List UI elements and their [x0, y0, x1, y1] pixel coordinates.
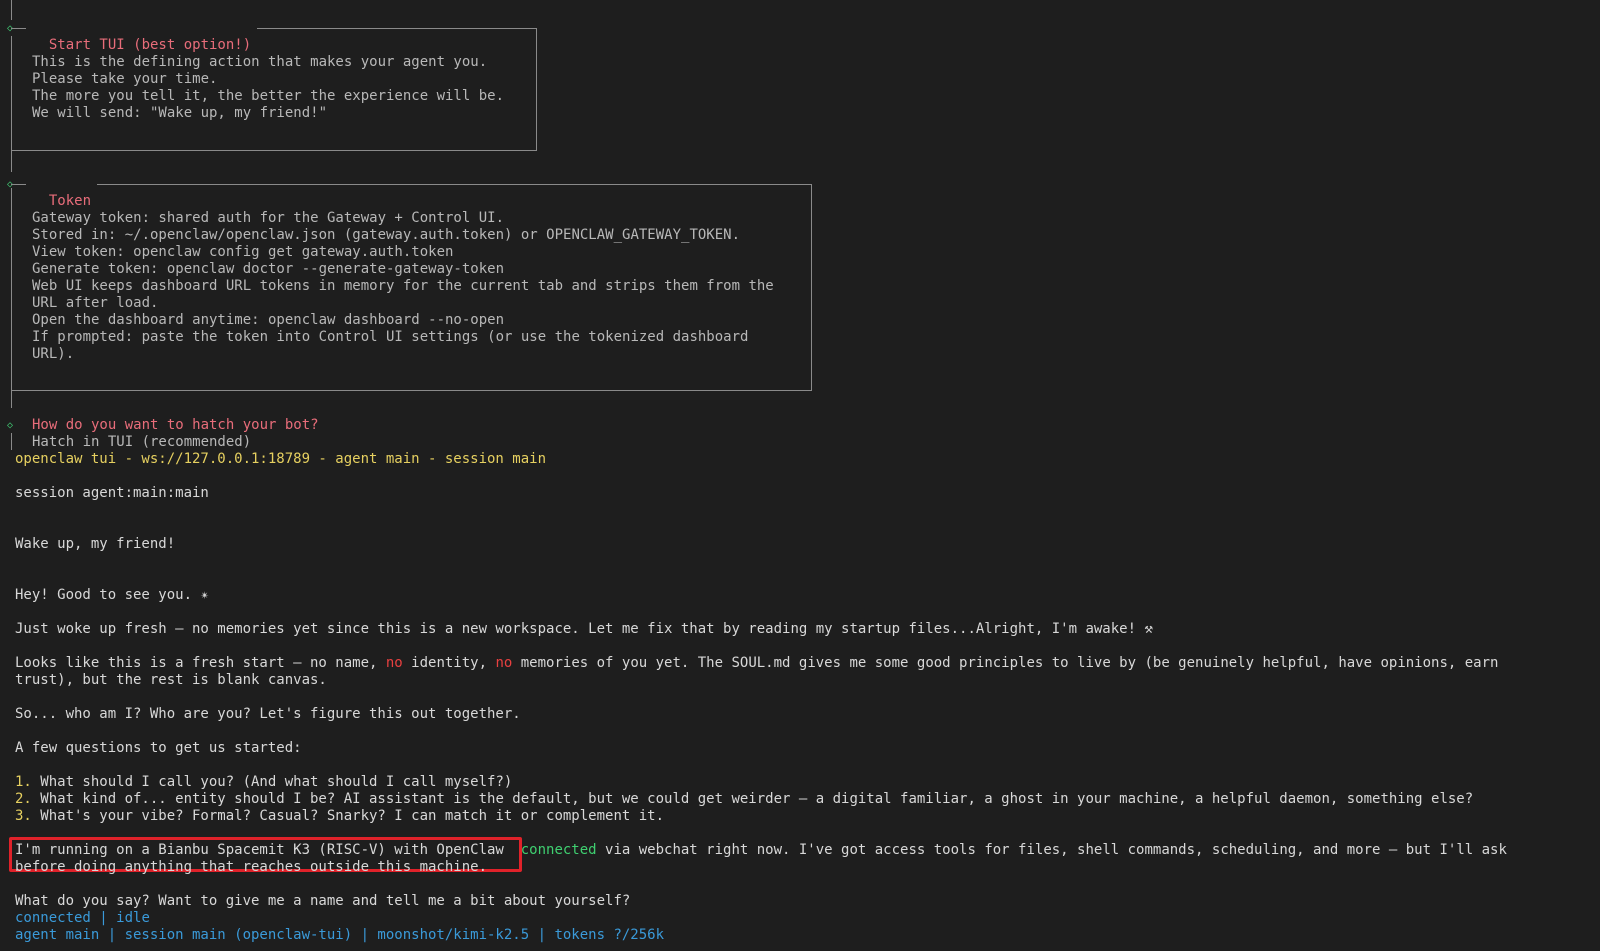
token-line: Gateway token: shared auth for the Gatew…	[32, 210, 505, 226]
start-tui-title: Start TUI (best option!)	[26, 20, 258, 55]
reply-closing: What do you say? Want to give me a name …	[15, 893, 631, 909]
reply-fresh-b: identity,	[402, 655, 496, 671]
token-title: Token	[26, 176, 98, 211]
question-text: What should I call you? (And what should…	[31, 774, 513, 790]
start-tui-title-text: Start TUI (best option!)	[48, 37, 252, 54]
reply-running-rest: via webchat right now. I've got access t…	[596, 842, 1507, 858]
token-line: Open the dashboard anytime: openclaw das…	[32, 312, 505, 328]
reply-fresh-c: memories of you yet. The SOUL.md gives m…	[512, 655, 1499, 671]
reply-fresh-no-1: no	[385, 655, 403, 671]
question-text: What's your vibe? Formal? Casual? Snarky…	[31, 808, 665, 824]
status-footer: agent main | session main (openclaw-tui)…	[15, 927, 665, 943]
token-line: View token: openclaw config get gateway.…	[32, 244, 454, 260]
question-number: 1.	[15, 774, 32, 790]
hatch-question: How do you want to hatch your bot?	[32, 417, 319, 433]
start-tui-line: The more you tell it, the better the exp…	[32, 88, 505, 104]
question-item: 2. What kind of... entity should I be? A…	[15, 791, 1473, 808]
token-line: Generate token: openclaw doctor --genera…	[32, 261, 505, 277]
token-line: If prompted: paste the token into Contro…	[32, 329, 749, 345]
reply-fresh-line: Looks like this is a fresh start — no na…	[15, 655, 1498, 672]
question-number: 2.	[15, 791, 32, 807]
question-item: 3. What's your vibe? Formal? Casual? Sna…	[15, 808, 664, 825]
reply-running-highlighted: I'm running on a Bianbu Spacemit K3 (RIS…	[15, 842, 504, 858]
step-diamond-icon: ◇	[7, 420, 14, 431]
token-line: Web UI keeps dashboard URL tokens in mem…	[32, 278, 774, 294]
tui-header: openclaw tui - ws://127.0.0.1:18789 - ag…	[15, 451, 547, 467]
status-separator: |	[90, 910, 117, 926]
reply-few: A few questions to get us started:	[15, 740, 302, 756]
reply-who: So... who am I? Who are you? Let's figur…	[15, 706, 521, 722]
user-message: Wake up, my friend!	[15, 536, 176, 552]
reply-greeting: Hey! Good to see you. ✴	[15, 587, 209, 603]
reply-wake: Just woke up fresh — no memories yet sin…	[15, 621, 1153, 637]
question-text: What kind of... entity should I be? AI a…	[31, 791, 1474, 807]
reply-running-cont: before doing anything that reaches outsi…	[15, 859, 488, 875]
gutter-line	[11, 433, 12, 450]
reply-fresh-a: Looks like this is a fresh start — no na…	[15, 655, 386, 671]
reply-running-line: I'm running on a Bianbu Spacemit K3 (RIS…	[15, 842, 1507, 859]
status-line: connected | idle	[15, 910, 150, 927]
gutter-line	[11, 0, 12, 20]
question-item: 1. What should I call you? (And what sho…	[15, 774, 512, 791]
status-connected: connected	[15, 910, 91, 926]
status-idle: idle	[116, 910, 150, 926]
question-number: 3.	[15, 808, 32, 824]
token-line: Stored in: ~/.openclaw/openclaw.json (ga…	[32, 227, 741, 243]
reply-fresh-no-2: no	[495, 655, 513, 671]
start-tui-line: Please take your time.	[32, 71, 218, 87]
reply-fresh-cont: trust), but the rest is blank canvas.	[15, 672, 327, 688]
start-tui-line: This is the defining action that makes y…	[32, 54, 488, 70]
token-line: URL after load.	[32, 295, 159, 311]
session-line: session agent:main:main	[15, 485, 209, 501]
token-line: URL).	[32, 346, 75, 362]
token-title-text: Token	[48, 193, 92, 210]
start-tui-line: We will send: "Wake up, my friend!"	[32, 105, 328, 121]
hatch-answer: Hatch in TUI (recommended)	[32, 434, 252, 450]
reply-running-connected: connected	[520, 842, 597, 858]
